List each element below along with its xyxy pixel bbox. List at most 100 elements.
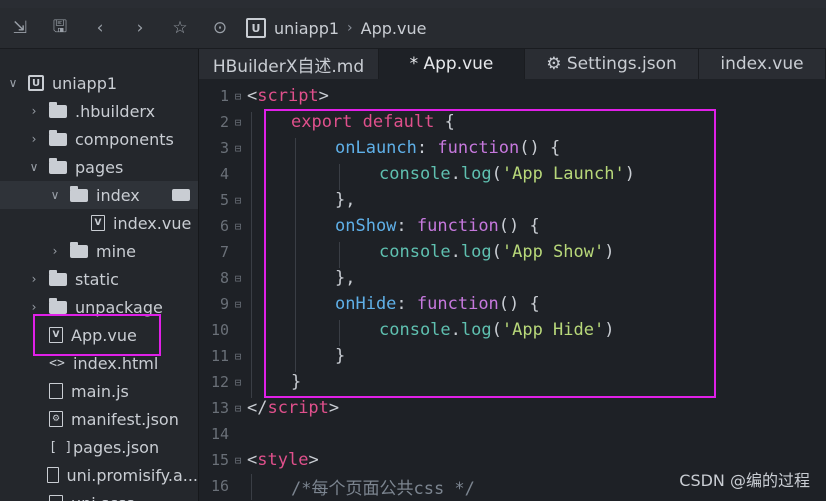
folder-icon [49,101,67,118]
indent-guide [251,473,252,500]
tree-item-label: index.html [73,353,159,373]
tree-item[interactable]: › mine [0,237,198,265]
line-number: 6 [219,217,229,235]
tree-item-label: components [75,129,174,149]
breadcrumb-project[interactable]: uniapp1 [274,19,339,38]
tree-item[interactable]: ⚙ manifest.json [0,405,198,433]
tree-item[interactable]: ∨ Uuniapp1 [0,69,198,97]
code-text: <style> [247,450,319,470]
star-icon[interactable]: ☆ [160,8,200,48]
breadcrumb-file[interactable]: App.vue [361,19,427,38]
tree-item[interactable]: ∨ index [0,181,198,209]
project-explorer: ∨ Uuniapp1 › .hbuilderx › components ∨ pages ∨ in… [0,49,199,501]
toolbar: ⇲ 🖫 ‹ › ☆ ⊙ U uniapp1 › App.vue [0,8,826,49]
forward-icon[interactable]: › [120,8,160,48]
code-token: style [257,450,309,470]
fold-toggle-icon[interactable]: ⊟ [229,220,247,233]
code-token: script [267,398,329,418]
code-token: < [247,450,258,470]
code-token: /*每个页面公共css */ [291,478,475,499]
fold-toggle-icon[interactable]: ⊟ [229,142,247,155]
line-number: 3 [219,139,229,157]
tab-1[interactable]: * App.vue [379,49,525,79]
chevron-down-icon[interactable]: ∨ [48,188,62,202]
tab-2[interactable]: ⚙ Settings.json [525,49,699,79]
html-file-icon: <> [49,355,65,371]
line-number: 1 [219,87,229,105]
json-file-icon: [ ] [49,439,73,455]
fold-toggle-icon[interactable]: ⊟ [229,272,247,285]
chevron-right-icon[interactable]: › [27,132,41,146]
tree-item-label: uni.scss [71,494,135,501]
vue-file-icon: V [91,215,105,231]
save-icon[interactable]: 🖫 [40,8,80,48]
line-number: 10 [210,321,229,339]
fold-toggle-icon[interactable]: ⊟ [229,298,247,311]
tab-0[interactable]: HBuilderX自述.md [199,49,379,79]
line-number: 15 [210,451,229,469]
tree-item-label: index [96,185,140,205]
fold-toggle-icon[interactable]: ⊟ [229,350,247,363]
fold-toggle-icon[interactable]: ⊟ [229,90,247,103]
code-token: > [328,398,340,418]
folder-icon [49,157,67,174]
code-line: 14 [199,421,826,447]
run-icon[interactable]: ⊙ [200,8,240,48]
tree-item[interactable]: › .hbuilderx [0,97,198,125]
app-vue-highlight-box [33,314,161,356]
code-line: 13 ⊟ </script> [199,395,826,421]
tree-item-label: pages.json [73,437,160,457]
line-number: 7 [219,243,229,261]
editor-tabs: HBuilderX自述.md * App.vue ⚙ Settings.json in… [199,49,826,79]
code-token: > [308,450,319,470]
js-file-icon [46,467,59,483]
line-number: 11 [210,347,229,365]
line-number: 8 [219,269,229,287]
code-text: </script> [247,398,339,418]
chevron-right-icon[interactable]: › [27,104,41,118]
folder-icon [49,129,67,146]
chevron-right-icon[interactable]: › [27,300,41,314]
tree-item-label: pages [75,157,124,177]
code-token: script [257,86,319,106]
code-text: <script> [247,86,329,106]
tab-3[interactable]: index.vue [699,49,826,79]
tree-item-label: .hbuilderx [75,101,156,121]
chevron-down-icon[interactable]: ∨ [6,76,20,90]
line-number: 9 [219,295,229,313]
tree-item-label: static [75,269,119,289]
save-as-icon[interactable]: ⇲ [0,8,40,48]
tree-item[interactable]: [ ] pages.json [0,433,198,461]
breadcrumb: U uniapp1 › App.vue [246,8,426,48]
chevron-down-icon[interactable]: ∨ [27,160,41,174]
watermark: CSDN @编的过程 [679,471,810,490]
line-number: 12 [210,373,229,391]
project-icon: U [28,75,44,91]
menubar-strip [0,0,826,8]
fold-toggle-icon[interactable]: ⊟ [229,194,247,207]
tree-item[interactable]: › static [0,265,198,293]
code-token: > [318,86,329,106]
chevron-right-icon[interactable]: › [27,272,41,286]
tree-item[interactable]: uni.scss [0,489,198,501]
fold-toggle-icon[interactable]: ⊟ [229,116,247,129]
code-token: </ [247,398,268,418]
fold-toggle-icon[interactable]: ⊟ [229,376,247,389]
tree-item-label: manifest.json [71,409,179,429]
breadcrumb-separator: › [347,20,353,36]
code-token: < [247,86,258,106]
gear-file-icon: ⚙ [49,411,63,427]
tree-item[interactable]: uni.promisify.a... [0,461,198,489]
fold-toggle-icon[interactable]: ⊟ [229,402,247,415]
fold-toggle-icon[interactable]: ⊟ [229,454,247,467]
chevron-right-icon[interactable]: › [48,244,62,258]
tree-item[interactable]: › components [0,125,198,153]
back-icon[interactable]: ‹ [80,8,120,48]
tree-item[interactable]: main.js [0,377,198,405]
folder-icon [70,241,88,258]
tree-item[interactable]: Vindex.vue [0,209,198,237]
js-file-icon [49,383,63,399]
tree-item[interactable]: ∨ pages [0,153,198,181]
folder-action-icon[interactable] [172,189,190,201]
tree-item-label: uniapp1 [52,73,118,93]
